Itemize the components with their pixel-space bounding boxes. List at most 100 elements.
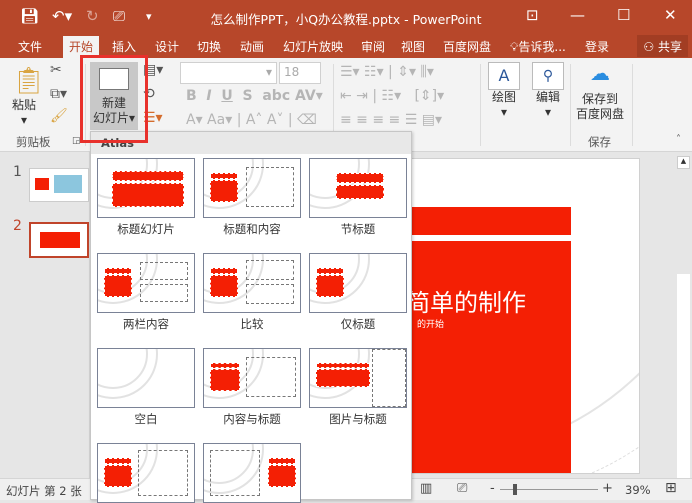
edit-label: 编辑: [535, 90, 560, 104]
tab-review[interactable]: 审阅: [361, 38, 385, 55]
font-color-icon[interactable]: A▾ Aa▾ | A˄ A˅ | ⌫: [186, 112, 317, 128]
align-icon[interactable]: ≡ ≡ ≡ ≡ ☰ ▤▾: [340, 112, 442, 128]
vertical-scrollbar[interactable]: ▲: [675, 152, 692, 478]
scroll-up-icon[interactable]: ▲: [677, 156, 690, 169]
paste-label: 粘贴: [12, 98, 37, 112]
layout-option-title-content[interactable]: 标题和内容: [203, 158, 301, 237]
login-link[interactable]: 登录: [585, 38, 609, 55]
layout-option-left-red[interactable]: [97, 443, 195, 503]
slide-thumbnail-2[interactable]: [29, 222, 89, 258]
title-bar: 💾︎ ↶▾ ↻ ⎚ ▾ 怎么制作PPT，小Q办公教程.pptx - PowerP…: [0, 0, 692, 34]
cut-icon[interactable]: ✂: [50, 62, 62, 78]
content-placeholder: [246, 260, 294, 280]
baidu-cloud-icon: ☁: [590, 61, 610, 85]
layout-option-picture-caption[interactable]: 图片与标题: [309, 348, 407, 427]
draw-button[interactable]: A 绘图 ▾: [488, 62, 520, 120]
title-placeholder: [210, 369, 240, 391]
title-placeholder: [104, 268, 132, 274]
slide-title[interactable]: 简单的制作: [406, 283, 526, 318]
tab-design[interactable]: 设计: [155, 38, 179, 55]
slideshow-icon[interactable]: ⎚: [457, 481, 467, 496]
content-placeholder: [138, 450, 188, 496]
ribbon-display-icon[interactable]: ⊡: [526, 6, 539, 24]
draw-label: 绘图: [491, 90, 516, 104]
title-placeholder: [268, 465, 296, 487]
layout-gallery-dropdown: Atlas 标题幻灯片 标题和内容 节标题 两栏内容 比较 仅标题 空白 内容与标题 图片与标题: [90, 131, 412, 503]
title-placeholder: [316, 268, 344, 274]
close-icon[interactable]: ✕: [664, 6, 677, 24]
bold-icon[interactable]: B I U S abc AV▾: [186, 88, 323, 104]
title-placeholder: [316, 363, 370, 368]
slide-thumbnail-1[interactable]: [29, 168, 89, 202]
tab-transitions[interactable]: 切换: [197, 38, 221, 55]
tab-file[interactable]: 文件: [18, 38, 42, 55]
slide-info: 幻灯片 第 2 张: [6, 484, 82, 498]
layout-option-content-caption[interactable]: 内容与标题: [203, 348, 301, 427]
zoom-level[interactable]: 39%: [625, 483, 651, 497]
layout-thumbnail: [309, 348, 407, 408]
maximize-icon[interactable]: ☐: [617, 6, 630, 24]
tab-view[interactable]: 视图: [401, 38, 425, 55]
content-placeholder: [246, 167, 294, 207]
layout-label: 标题幻灯片: [117, 222, 175, 236]
tab-slideshow[interactable]: 幻灯片放映: [283, 38, 343, 55]
layout-option-two-content[interactable]: 两栏内容: [97, 253, 195, 332]
paste-button[interactable]: 粘贴 ▾: [12, 98, 36, 128]
clipboard-group-label: 剪贴板: [16, 135, 51, 149]
save-group-label: 保存: [588, 135, 611, 149]
collapse-ribbon-icon[interactable]: ˄: [676, 134, 681, 145]
scrollbar-thumb[interactable]: [677, 274, 690, 478]
content-placeholder: [372, 349, 406, 407]
tab-baidu[interactable]: 百度网盘: [443, 38, 491, 55]
fit-to-window-icon[interactable]: ⊞: [665, 480, 677, 496]
title-placeholder: [336, 173, 384, 183]
font-name-combo[interactable]: ▾: [180, 62, 277, 84]
edit-button[interactable]: ⚲ 编辑 ▾: [532, 62, 564, 120]
title-placeholder: [316, 275, 344, 297]
new-slide-highlight: [80, 55, 148, 143]
tab-animations[interactable]: 动画: [240, 38, 264, 55]
layout-option-right-red[interactable]: [203, 443, 301, 503]
slide-number: 1: [13, 164, 22, 180]
layout-label: 仅标题: [340, 317, 376, 331]
title-placeholder: [104, 465, 132, 487]
zoom-in-button[interactable]: +: [602, 481, 613, 496]
layout-option-compare[interactable]: 比较: [203, 253, 301, 332]
save-to-baidu-button[interactable]: ☁ 保存到 百度网盘: [574, 61, 626, 122]
layout-thumbnail: [309, 253, 407, 313]
window-title: 怎么制作PPT，小Q办公教程.pptx - PowerPoint: [210, 12, 482, 27]
layout-option-title-only[interactable]: 仅标题: [309, 253, 407, 332]
title-placeholder: [210, 275, 238, 297]
font-size-value: 18: [284, 65, 300, 79]
content-placeholder: [246, 357, 296, 397]
layout-thumbnail: [203, 158, 301, 218]
zoom-out-button[interactable]: -: [490, 481, 495, 496]
title-placeholder: [112, 171, 184, 181]
normal-view-icon[interactable]: ▥: [420, 481, 432, 496]
tell-me[interactable]: 💡︎告诉我...: [510, 38, 566, 55]
layout-thumbnail: [97, 348, 195, 408]
minimize-icon[interactable]: —: [570, 6, 585, 24]
bullets-icon[interactable]: ☰▾ ☷▾ | ⇕▾ ⫼▾: [340, 64, 434, 80]
share-button[interactable]: ⚇ 共享: [637, 35, 688, 57]
layout-thumbnail: [97, 158, 195, 218]
title-placeholder: [104, 275, 132, 297]
copy-icon[interactable]: ⧉▾: [50, 86, 67, 102]
slide-subtitle[interactable]: 的开始: [417, 317, 444, 330]
layout-option-title[interactable]: 标题幻灯片: [97, 158, 195, 237]
title-placeholder: [210, 363, 240, 368]
content-placeholder: [246, 284, 294, 304]
zoom-slider-thumb[interactable]: [512, 484, 517, 495]
layout-label: 内容与标题: [223, 412, 281, 426]
format-painter-icon[interactable]: 🖌︎: [50, 108, 68, 124]
font-size-combo[interactable]: 18: [279, 62, 321, 84]
indent-icon[interactable]: ⇤ ⇥ | ☷▾ [⇕]▾: [340, 88, 444, 104]
layout-thumbnail: [203, 253, 301, 313]
share-label: 共享: [657, 40, 682, 54]
layout-thumbnail: [97, 253, 195, 313]
layout-option-blank[interactable]: 空白: [97, 348, 195, 427]
tab-insert[interactable]: 插入: [112, 38, 136, 55]
title-placeholder: [336, 185, 384, 199]
title-placeholder: [104, 458, 132, 464]
layout-option-section[interactable]: 节标题: [309, 158, 407, 237]
